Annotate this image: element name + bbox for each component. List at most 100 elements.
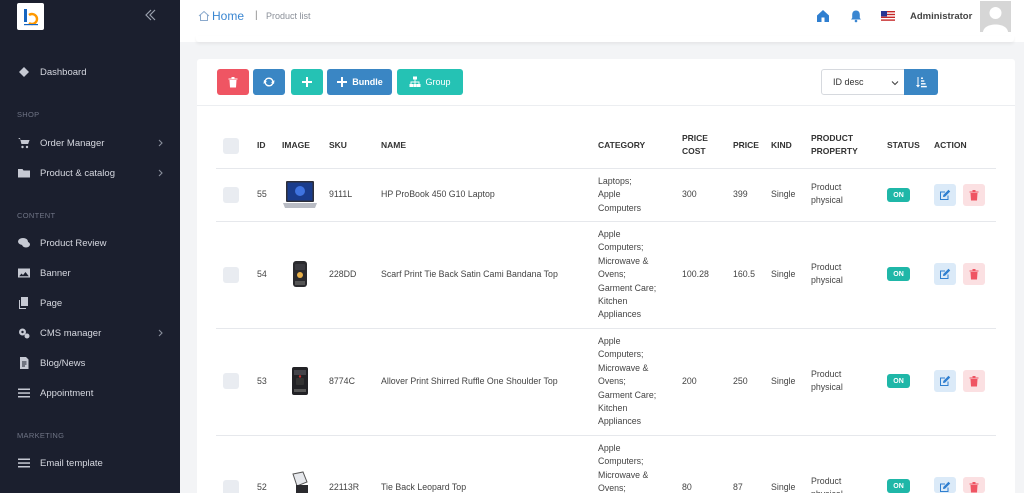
status-badge[interactable]: ON <box>887 374 910 388</box>
column-header-property-line2: PROPERTY <box>811 146 858 156</box>
category-line: Kitchen <box>598 403 628 414</box>
category-line: Microwave & <box>598 362 649 373</box>
row-cost: 300 <box>682 189 697 199</box>
toolbar-divider <box>197 105 1015 106</box>
category-line: Apple <box>598 336 621 346</box>
column-header-action: ACTION <box>934 140 967 150</box>
brand-logo[interactable] <box>17 3 44 30</box>
refresh-button[interactable] <box>253 69 285 95</box>
edit-button[interactable] <box>934 184 956 206</box>
product-thumbnail-laptop[interactable] <box>283 178 317 212</box>
edit-button[interactable] <box>934 370 956 392</box>
us-flag-icon[interactable] <box>881 11 895 21</box>
trash-icon <box>969 376 979 387</box>
sidebar-item-order-manager[interactable]: Order Manager <box>0 132 180 154</box>
row-checkbox[interactable] <box>223 187 239 203</box>
sidebar-item-product-review[interactable]: Product Review <box>0 232 180 254</box>
status-badge[interactable]: ON <box>887 479 910 493</box>
column-header-image: IMAGE <box>282 140 310 150</box>
table-row-divider <box>216 328 996 329</box>
sidebar-item-cms-manager[interactable]: CMS manager <box>0 322 180 344</box>
row-name[interactable]: Allover Print Shirred Ruffle One Shoulde… <box>381 375 558 388</box>
status-badge[interactable]: ON <box>887 267 910 281</box>
edit-icon <box>940 481 951 492</box>
sidebar-item-appointment[interactable]: Appointment <box>0 382 180 404</box>
sort-select[interactable]: ID desc <box>821 69 905 95</box>
status-badge[interactable]: ON <box>887 188 910 202</box>
delete-button[interactable] <box>963 263 985 285</box>
row-name[interactable]: Scarf Print Tie Back Satin Cami Bandana … <box>381 268 558 281</box>
sort-select-value: ID desc <box>833 77 864 87</box>
user-name[interactable]: Administrator <box>910 11 972 22</box>
breadcrumb-home[interactable]: Home <box>198 9 244 23</box>
row-sku: 228DD <box>329 269 357 279</box>
delete-button[interactable] <box>963 184 985 206</box>
sidebar-item-email-template[interactable]: Email template <box>0 452 180 474</box>
row-kind: Single <box>771 376 796 386</box>
column-header-price-cost-line1: PRICE <box>682 133 708 143</box>
add-bundle-button[interactable]: Bundle <box>327 69 392 95</box>
row-name[interactable]: HP ProBook 450 G10 Laptop <box>381 188 495 201</box>
avatar[interactable] <box>980 1 1011 32</box>
row-price: 87 <box>733 482 743 492</box>
row-checkbox[interactable] <box>223 480 239 493</box>
sidebar-item-label: Dashboard <box>40 66 87 78</box>
row-property: Product physical <box>811 261 843 288</box>
sidebar-item-label: Banner <box>40 267 71 279</box>
trash-icon <box>969 269 979 280</box>
sidebar-item-page[interactable]: Page <box>0 292 180 314</box>
delete-button[interactable] <box>963 477 985 493</box>
product-thumbnail-espresso-machine[interactable] <box>283 364 317 398</box>
delete-selected-button[interactable] <box>217 69 249 95</box>
property-line: physical <box>811 195 843 206</box>
row-checkbox[interactable] <box>223 373 239 389</box>
store-home-icon[interactable] <box>816 9 830 23</box>
property-line: Product <box>811 476 842 486</box>
sidebar-item-label: Appointment <box>40 387 94 399</box>
category-line: Microwave & <box>598 255 649 266</box>
property-line: Product <box>811 369 842 379</box>
add-group-button[interactable]: Group <box>397 69 463 95</box>
row-name[interactable]: Tie Back Leopard Top <box>381 481 466 493</box>
category-line: Laptops; <box>598 176 632 186</box>
column-header-id[interactable]: ID <box>257 139 266 152</box>
row-category: Apple Computers; Microwave & Ovens; Garm… <box>598 228 656 322</box>
category-line: Appliances <box>598 416 642 427</box>
edit-button[interactable] <box>934 263 956 285</box>
row-checkbox[interactable] <box>223 267 239 283</box>
category-line: Computers; <box>598 349 644 360</box>
property-line: physical <box>811 382 843 393</box>
select-all-checkbox[interactable] <box>223 138 239 154</box>
delete-button[interactable] <box>963 370 985 392</box>
sidebar-item-product-catalog[interactable]: Product & catalog <box>0 162 180 184</box>
add-product-button[interactable] <box>291 69 323 95</box>
product-thumbnail-coffee-machine[interactable] <box>283 257 317 291</box>
comments-icon <box>17 237 30 250</box>
column-header-product-property: PRODUCT PROPERTY <box>811 132 858 158</box>
row-kind: Single <box>771 482 796 492</box>
category-line: Apple <box>598 443 621 453</box>
sort-apply-button[interactable] <box>904 69 938 95</box>
brand-logo-icon <box>23 8 38 25</box>
table-row-divider <box>216 221 996 222</box>
column-header-price[interactable]: PRICE <box>733 139 759 152</box>
breadcrumb-panel <box>196 36 1014 42</box>
row-id: 54 <box>257 269 267 279</box>
sidebar-item-dashboard[interactable]: Dashboard <box>0 61 180 83</box>
column-header-name[interactable]: NAME <box>381 139 406 152</box>
category-line: Computers; <box>598 242 644 253</box>
product-thumbnail-blender[interactable] <box>283 470 317 493</box>
column-header-sku[interactable]: SKU <box>329 139 347 152</box>
row-id: 55 <box>257 189 267 199</box>
category-line: Computers; <box>598 456 644 467</box>
column-header-price-cost[interactable]: PRICE COST <box>682 132 708 158</box>
add-bundle-label: Bundle <box>352 77 383 87</box>
notification-bell-icon[interactable] <box>849 9 863 23</box>
edit-button[interactable] <box>934 477 956 493</box>
sidebar: Dashboard SHOP Order Manager Product & c… <box>0 0 180 493</box>
row-cost: 100.28 <box>682 269 709 279</box>
sidebar-item-banner[interactable]: Banner <box>0 262 180 284</box>
category-line: Ovens; <box>598 376 626 387</box>
sidebar-item-blog-news[interactable]: Blog/News <box>0 352 180 374</box>
collapse-sidebar-icon[interactable] <box>143 8 157 22</box>
